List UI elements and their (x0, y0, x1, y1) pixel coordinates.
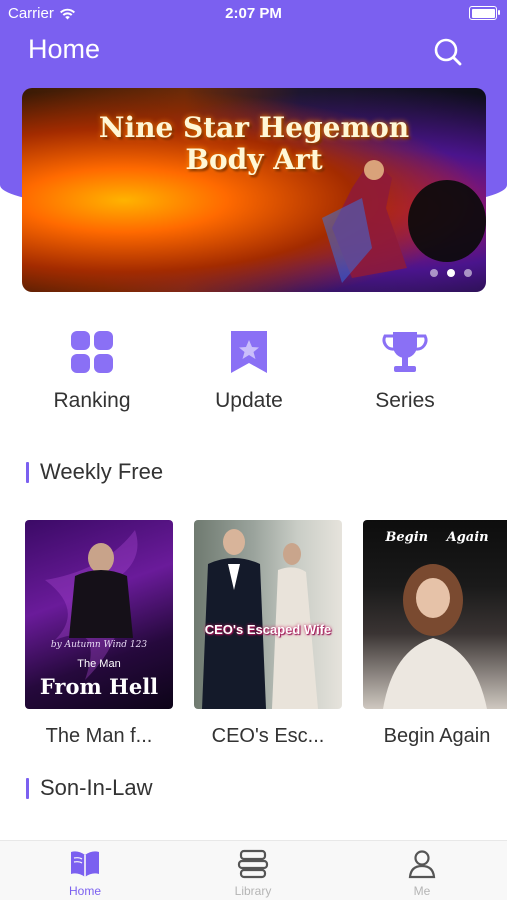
tab-bar: Home Library Me (0, 840, 507, 900)
banner-dot-active[interactable] (447, 269, 455, 277)
book-card[interactable]: CEO's Escaped Wife CEO's Esc... (194, 520, 342, 748)
ranking-label: Ranking (53, 389, 131, 412)
ranking-entry[interactable]: Ranking (32, 328, 152, 413)
battery-icon (469, 6, 500, 20)
trophy-icon (382, 332, 428, 372)
series-label: Series (375, 389, 435, 412)
cover-title: From Hell (39, 674, 159, 699)
tab-me-label: Me (413, 884, 431, 898)
update-entry[interactable]: Update (189, 328, 309, 413)
tab-me[interactable]: Me (382, 847, 462, 898)
series-entry[interactable]: Series (345, 328, 465, 413)
book-cover[interactable]: Begin Again (363, 520, 507, 709)
status-bar: Carrier 2:07 PM (0, 0, 507, 28)
section-title-son-in-law: Son-In-Law (26, 775, 153, 801)
search-button[interactable] (431, 35, 465, 69)
bookmark-star-icon (231, 331, 267, 373)
page-title: Home (28, 34, 101, 64)
banner-dot[interactable] (464, 269, 472, 277)
tab-library-label: Library (234, 884, 272, 898)
status-time: 2:07 PM (225, 5, 282, 22)
search-icon (434, 38, 462, 66)
book-open-icon (71, 851, 99, 877)
tab-home-label: Home (68, 884, 101, 898)
featured-banner[interactable]: Nine Star Hegemon Body Art (22, 88, 486, 292)
weekly-free-list[interactable]: by Autumn Wind 123 The Man From Hell The… (0, 520, 507, 760)
book-card[interactable]: by Autumn Wind 123 The Man From Hell The… (25, 520, 173, 748)
tab-library[interactable]: Library (213, 847, 293, 898)
book-name[interactable]: CEO's Esc... (194, 725, 342, 748)
banner-dot[interactable] (430, 269, 438, 277)
library-icon (237, 849, 269, 879)
person-icon (408, 850, 436, 879)
book-name[interactable]: The Man f... (25, 725, 173, 748)
update-label: Update (215, 389, 283, 412)
banner-dark-shape (408, 180, 486, 262)
grid-icon (71, 331, 113, 373)
banner-title-line2: Body Art (185, 143, 323, 176)
quick-entries: Ranking Update Series (0, 328, 507, 418)
banner-title: Nine Star Hegemon Body Art (22, 112, 486, 176)
book-cover[interactable]: by Autumn Wind 123 The Man From Hell (25, 520, 173, 709)
cover-author: by Autumn Wind 123 (50, 640, 148, 650)
cover-figure (383, 564, 487, 709)
book-name[interactable]: Begin Again (363, 725, 507, 748)
tab-home[interactable]: Home (45, 847, 125, 898)
banner-title-line1: Nine Star Hegemon (98, 111, 410, 144)
cover-subtitle: The Man (77, 658, 121, 670)
cover-figures (202, 529, 318, 709)
cover-title: Begin Again (385, 530, 489, 545)
cover-title: CEO's Escaped Wife (204, 622, 332, 637)
banner-pagination[interactable] (430, 269, 472, 277)
section-title-weekly-free: Weekly Free (26, 459, 163, 485)
book-cover[interactable]: CEO's Escaped Wife (194, 520, 342, 709)
book-card[interactable]: Begin Again Begin Again (363, 520, 507, 748)
